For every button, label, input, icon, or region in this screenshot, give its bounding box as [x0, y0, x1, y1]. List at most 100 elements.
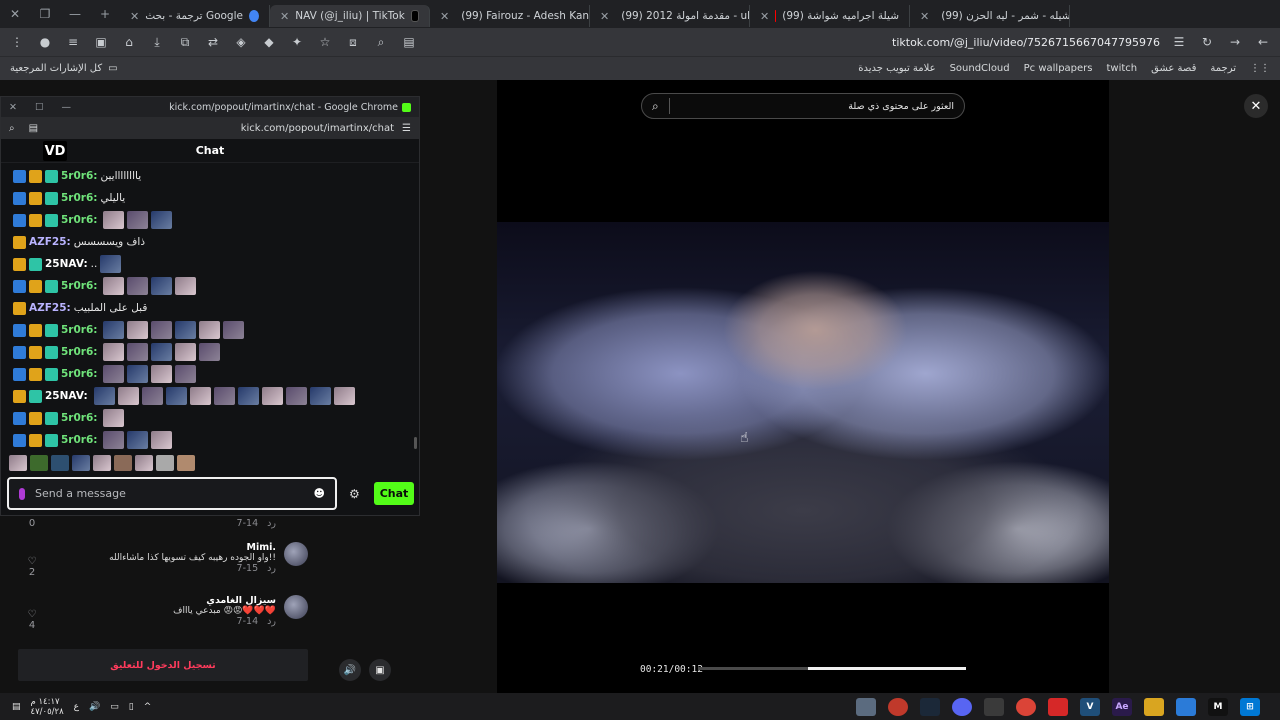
login-to-comment[interactable]: تسجيل الدخول للتعليق [18, 649, 308, 681]
reply-link[interactable]: رد [267, 518, 276, 529]
profile-avatar-icon[interactable]: ● [36, 33, 54, 51]
tab-close-icon[interactable]: ✕ [760, 10, 769, 23]
cast-icon[interactable]: ▤ [400, 33, 418, 51]
sidebar-icon[interactable]: ▣ [92, 33, 110, 51]
popout-url[interactable]: kick.com/popout/imartinx/chat [241, 123, 394, 134]
comment-author[interactable]: سيزال الغامدي [173, 595, 276, 606]
related-search-box[interactable]: ⌕ العثور على محتوى ذي صلة [641, 93, 965, 119]
app-icon[interactable] [984, 697, 1004, 716]
chat-username[interactable]: 5r0r6: [61, 280, 97, 292]
video-frame[interactable] [497, 222, 1109, 583]
reload-icon[interactable]: ↻ [1198, 33, 1216, 51]
emote[interactable] [9, 455, 27, 471]
chevron-up-icon[interactable]: ^ [144, 702, 152, 712]
send-chat-button[interactable]: Chat [374, 482, 414, 505]
tab-close-icon[interactable]: ✕ [130, 10, 139, 23]
tab-youtube-shela[interactable]: ✕ (99) شيلة اجراميه شواشة [750, 5, 910, 27]
puzzle-icon[interactable]: ⧉ [176, 33, 194, 51]
emote[interactable] [72, 455, 90, 471]
restore-window-icon[interactable]: ❐ [30, 0, 60, 28]
chat-username[interactable]: AZF25: [29, 302, 71, 314]
after-effects-icon[interactable]: Ae [1112, 697, 1132, 716]
emoji-icon[interactable]: ☻ [314, 487, 325, 500]
tab-google-translate[interactable]: ✕ ترجمة - بحث Google [120, 5, 270, 27]
address-bar[interactable]: tiktok.com/@j_iliu/video/752671566704779… [892, 36, 1160, 49]
app-icon[interactable] [856, 697, 876, 716]
site-settings-icon[interactable]: ☰ [402, 123, 411, 134]
extension-icon[interactable]: ≡ [64, 33, 82, 51]
minimize-window-icon[interactable]: — [60, 0, 90, 28]
zoom-icon[interactable]: ⌕ [372, 33, 390, 51]
tab-close-icon[interactable]: ✕ [600, 10, 609, 23]
maximize-window-icon[interactable]: ☐ [35, 102, 44, 113]
emote[interactable] [51, 455, 69, 471]
adblock-icon[interactable]: ◆ [260, 33, 278, 51]
bookmark-item[interactable]: ترجمة [1210, 63, 1236, 74]
download-icon[interactable]: ⤓ [148, 33, 166, 51]
discord-icon[interactable] [952, 697, 972, 716]
microphone-icon[interactable] [19, 487, 25, 500]
emote[interactable] [177, 455, 195, 471]
chat-username[interactable]: 5r0r6: [61, 434, 97, 446]
tab-youtube-fairouz[interactable]: ✕ (99) Fairouz - Adesh Kan Fi [430, 5, 590, 27]
emote[interactable] [156, 455, 174, 471]
cast-icon[interactable]: ▤ [29, 123, 38, 134]
reply-link[interactable]: رد [267, 563, 276, 574]
tab-close-icon[interactable]: ✕ [920, 10, 929, 23]
new-tab-icon[interactable]: + [90, 0, 120, 28]
all-bookmarks[interactable]: كل الإشارات المرجعية ▭ [10, 63, 118, 74]
volume-icon[interactable]: 🔊 [89, 702, 100, 712]
volume-icon[interactable]: 🔊 [339, 659, 361, 681]
chat-username[interactable]: 5r0r6: [61, 412, 97, 424]
reply-link[interactable]: رد [267, 616, 276, 627]
bookmark-item[interactable]: علامة تبويب جديدة [858, 63, 935, 74]
chat-username[interactable]: 25NAV: [45, 258, 88, 270]
bookmark-item[interactable]: Pc wallpapers [1024, 63, 1093, 74]
emote[interactable] [93, 455, 111, 471]
tab-tiktok[interactable]: ✕ NAV (@j_iliu) | TikTok [270, 5, 430, 27]
avatar[interactable] [284, 542, 308, 566]
close-window-icon[interactable]: ✕ [0, 0, 30, 28]
app-icon[interactable] [1048, 697, 1068, 716]
file-explorer-icon[interactable] [1144, 697, 1164, 716]
bookmark-item[interactable]: SoundCloud [950, 63, 1010, 74]
pip-icon[interactable]: ▣ [369, 659, 391, 681]
clock[interactable]: ١٤:١٧ م ٤٧/٠٥/٢٨ [31, 697, 64, 717]
tab-close-icon[interactable]: ✕ [280, 10, 289, 23]
site-settings-icon[interactable]: ☰ [1170, 33, 1188, 51]
tab-youtube-intro[interactable]: ✕ (99) مقدمة امولة 2012 - ube [590, 5, 750, 27]
app-icon[interactable] [888, 697, 908, 716]
heart-icon[interactable]: ♡ [24, 609, 40, 620]
app-icon[interactable]: M [1208, 697, 1228, 716]
video-progress-bar[interactable] [698, 667, 966, 670]
chat-username[interactable]: 5r0r6: [61, 346, 97, 358]
back-icon[interactable]: ← [1254, 33, 1272, 51]
emote[interactable] [30, 455, 48, 471]
heart-icon[interactable]: ♡ [24, 556, 40, 567]
notification-icon[interactable]: ▤ [12, 702, 21, 712]
like-button[interactable]: ♡ 4 [24, 609, 40, 631]
share-icon[interactable]: ⧈ [344, 33, 362, 51]
chrome-icon[interactable] [1016, 697, 1036, 716]
steam-icon[interactable] [920, 697, 940, 716]
tab-youtube-shammar[interactable]: ✕ (99) شيله - شمر - ليه الحزن [910, 5, 1070, 27]
shield-icon[interactable]: ◈ [232, 33, 250, 51]
tab-close-icon[interactable]: ✕ [440, 10, 449, 23]
chat-username[interactable]: 25NAV: [45, 390, 88, 402]
minimize-window-icon[interactable]: — [62, 102, 72, 113]
app-icon[interactable]: V [1080, 697, 1100, 716]
bookmark-star-icon[interactable]: ☆ [316, 33, 334, 51]
more-apps-icon[interactable]: ⋮⋮ [1250, 63, 1270, 74]
zoom-icon[interactable]: ⌕ [9, 123, 15, 134]
chat-username[interactable]: 5r0r6: [61, 368, 97, 380]
emote[interactable] [135, 455, 153, 471]
chat-message-input[interactable]: Send a message ☻ [7, 477, 337, 510]
comment-author[interactable]: Mimi. [109, 542, 276, 553]
close-window-icon[interactable]: ✕ [9, 102, 17, 113]
battery-icon[interactable]: ▯ [129, 702, 134, 712]
chat-username[interactable]: 5r0r6: [61, 170, 97, 182]
forward-icon[interactable]: → [1226, 33, 1244, 51]
store-icon[interactable] [1176, 697, 1196, 716]
like-button[interactable]: ♡ 2 [24, 556, 40, 578]
translate-icon[interactable]: ⇄ [204, 33, 222, 51]
